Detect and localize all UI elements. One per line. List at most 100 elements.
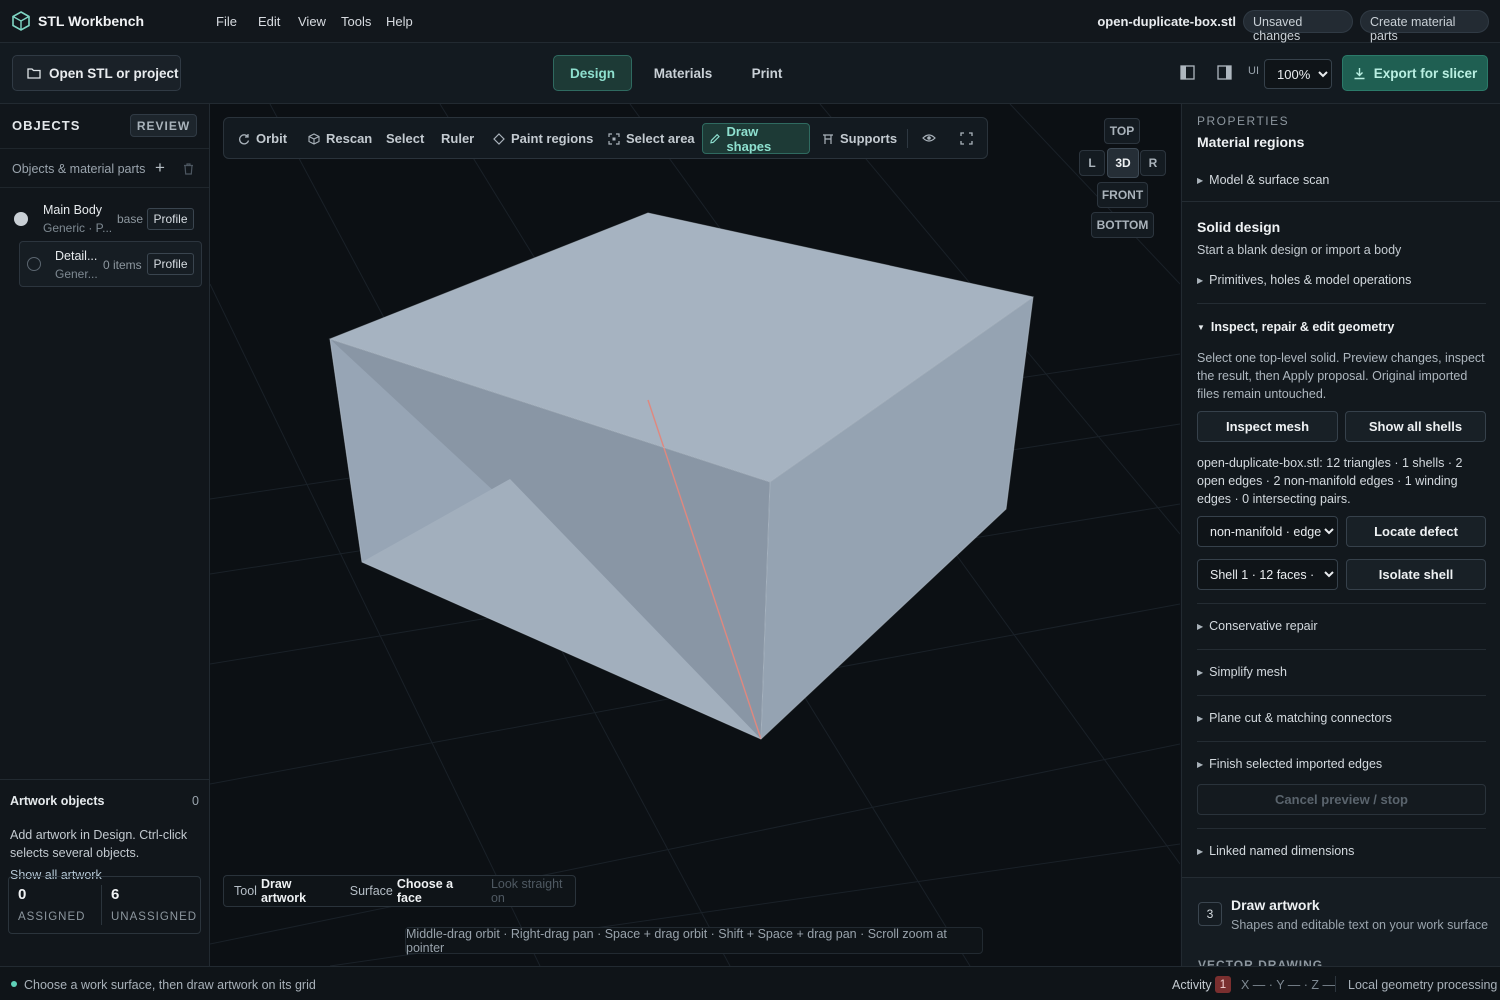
defect-type-select[interactable]: non-manifold · edge bbox=[1197, 516, 1338, 547]
view-top-button[interactable]: TOP bbox=[1104, 118, 1140, 144]
assigned-label: ASSIGNED bbox=[18, 911, 86, 923]
create-material-parts-button[interactable]: Create material parts bbox=[1360, 10, 1489, 43]
menu-tools[interactable]: Tools bbox=[341, 14, 371, 29]
object-role-tag: base bbox=[117, 212, 144, 226]
object-name: Detail... bbox=[55, 249, 98, 263]
menu-file[interactable]: File bbox=[216, 14, 237, 29]
tab-materials[interactable]: Materials bbox=[645, 55, 721, 91]
view-front-button[interactable]: FRONT bbox=[1097, 182, 1148, 208]
inspect-repair-accordion[interactable]: ▼ Inspect, repair & edit geometry bbox=[1197, 320, 1394, 334]
section-divider bbox=[1197, 303, 1486, 304]
tool-divider bbox=[907, 129, 908, 148]
tool-status-bar: Tool Draw artwork Surface Choose a face … bbox=[223, 875, 576, 907]
supports-icon bbox=[823, 133, 833, 144]
tool-ruler[interactable]: Ruler bbox=[435, 123, 480, 154]
menu-bar: STL Workbench File Edit View Tools Help … bbox=[0, 0, 1500, 43]
draw-artwork-section: 3 Draw artwork Shapes and editable text … bbox=[1182, 877, 1500, 966]
tool-key: Tool bbox=[234, 884, 257, 898]
tool-label: Draw shapes bbox=[726, 123, 772, 154]
tool-select[interactable]: Select bbox=[380, 123, 430, 154]
conservative-repair-accordion[interactable]: ▶ Conservative repair bbox=[1197, 619, 1318, 633]
eye-icon[interactable] bbox=[922, 132, 936, 144]
model-scan-accordion[interactable]: ▶ Model & surface scan bbox=[1197, 173, 1329, 187]
menu-view[interactable]: View bbox=[298, 14, 326, 29]
primitives-accordion[interactable]: ▶ Primitives, holes & model operations bbox=[1197, 273, 1411, 287]
right-panel-toggle-icon[interactable] bbox=[1217, 65, 1232, 80]
plane-cut-accordion[interactable]: ▶ Plane cut & matching connectors bbox=[1197, 711, 1392, 725]
shell-select[interactable]: Shell 1 · 12 faces · bbox=[1197, 559, 1338, 590]
open-stl-button[interactable]: Open STL or project bbox=[12, 55, 181, 91]
activity-label[interactable]: Activity bbox=[1172, 978, 1212, 992]
tool-label: Rescan bbox=[326, 131, 373, 146]
trash-icon[interactable] bbox=[183, 163, 194, 175]
tool-supports[interactable]: Supports bbox=[816, 123, 903, 154]
view-bottom-button[interactable]: BOTTOM bbox=[1091, 212, 1154, 238]
look-straight-on-button[interactable]: Look straight on bbox=[491, 877, 575, 905]
properties-title: Material regions bbox=[1197, 134, 1305, 150]
locate-defect-button[interactable]: Locate defect bbox=[1346, 516, 1486, 547]
add-part-icon[interactable]: + bbox=[155, 158, 165, 178]
cancel-preview-button[interactable]: Cancel preview / stop bbox=[1197, 784, 1486, 815]
fullscreen-icon[interactable] bbox=[960, 132, 973, 145]
finish-edges-accordion[interactable]: ▶ Finish selected imported edges bbox=[1197, 757, 1382, 771]
object-material: Generic · P... bbox=[43, 221, 113, 235]
linked-dimensions-accordion[interactable]: ▶ Linked named dimensions bbox=[1197, 844, 1354, 858]
object-color-swatch[interactable] bbox=[14, 212, 28, 226]
view-left-button[interactable]: L bbox=[1079, 150, 1105, 176]
open-stl-label: Open STL or project bbox=[49, 65, 179, 81]
simplify-mesh-accordion[interactable]: ▶ Simplify mesh bbox=[1197, 665, 1287, 679]
export-for-slicer-button[interactable]: Export for slicer bbox=[1342, 55, 1488, 91]
section-divider bbox=[1197, 649, 1486, 650]
accordion-label: Plane cut & matching connectors bbox=[1209, 711, 1392, 725]
artwork-count: 0 bbox=[192, 794, 199, 808]
objects-parts-label: Objects & material parts bbox=[12, 162, 146, 176]
section-divider bbox=[1182, 201, 1500, 202]
tool-label: Select area bbox=[626, 131, 695, 146]
section-divider bbox=[1197, 603, 1486, 604]
show-all-shells-button[interactable]: Show all shells bbox=[1345, 411, 1486, 442]
orbit-icon bbox=[239, 133, 250, 144]
profile-button[interactable]: Profile bbox=[147, 253, 194, 275]
pencil-icon bbox=[710, 133, 720, 144]
activity-count-badge[interactable]: 1 bbox=[1215, 976, 1231, 993]
caret-right-icon: ▶ bbox=[1197, 621, 1204, 631]
unsaved-changes-badge[interactable]: Unsaved changes bbox=[1243, 10, 1353, 43]
status-bar: Choose a work surface, then draw artwork… bbox=[0, 966, 1500, 1000]
unassigned-label: UNASSIGNED bbox=[111, 911, 198, 923]
inspect-mesh-button[interactable]: Inspect mesh bbox=[1197, 411, 1338, 442]
status-message: Choose a work surface, then draw artwork… bbox=[24, 978, 316, 992]
tool-select-area[interactable]: Select area bbox=[602, 123, 701, 154]
tab-design[interactable]: Design bbox=[553, 55, 632, 91]
object-row-detail[interactable]: Detail... Gener... 0 items Profile bbox=[19, 241, 202, 287]
objects-parts-header: Objects & material parts + bbox=[0, 148, 209, 188]
navigation-hint: Middle-drag orbit · Right-drag pan · Spa… bbox=[405, 927, 983, 955]
export-label: Export for slicer bbox=[1373, 65, 1478, 81]
tool-orbit[interactable]: Orbit bbox=[232, 123, 293, 154]
tool-rescan[interactable]: Rescan bbox=[302, 123, 378, 154]
artwork-description: Add artwork in Design. Ctrl-click select… bbox=[10, 828, 188, 860]
profile-button[interactable]: Profile bbox=[147, 208, 194, 230]
tool-paint-regions[interactable]: Paint regions bbox=[487, 123, 599, 154]
diamond-icon bbox=[493, 132, 505, 145]
left-panel-toggle-icon[interactable] bbox=[1180, 65, 1195, 80]
menu-help[interactable]: Help bbox=[386, 14, 413, 29]
view-3d-button[interactable]: 3D bbox=[1107, 148, 1139, 178]
menu-edit[interactable]: Edit bbox=[258, 14, 280, 29]
caret-right-icon: ▶ bbox=[1197, 667, 1204, 677]
view-right-button[interactable]: R bbox=[1140, 150, 1166, 176]
draw-artwork-title: Draw artwork bbox=[1231, 897, 1320, 913]
tool-draw-shapes[interactable]: Draw shapes bbox=[702, 123, 810, 154]
object-row-main-body[interactable]: Main Body Generic · P... base Profile bbox=[0, 200, 209, 244]
scene-canvas[interactable] bbox=[210, 104, 1180, 966]
object-item-count: 0 items bbox=[103, 258, 142, 272]
review-button[interactable]: REVIEW bbox=[130, 114, 197, 137]
tab-print[interactable]: Print bbox=[738, 55, 796, 91]
object-color-swatch[interactable] bbox=[27, 257, 41, 271]
ui-zoom-select[interactable]: 100% bbox=[1264, 59, 1332, 89]
3d-viewport[interactable]: Orbit Rescan Select Ruler Paint regions … bbox=[210, 104, 1180, 966]
inspect-description: Select one top-level solid. Preview chan… bbox=[1197, 351, 1485, 401]
select-area-icon bbox=[608, 132, 620, 145]
accordion-label: Simplify mesh bbox=[1209, 665, 1287, 679]
objects-panel: OBJECTS REVIEW Objects & material parts … bbox=[0, 104, 210, 966]
isolate-shell-button[interactable]: Isolate shell bbox=[1346, 559, 1486, 590]
